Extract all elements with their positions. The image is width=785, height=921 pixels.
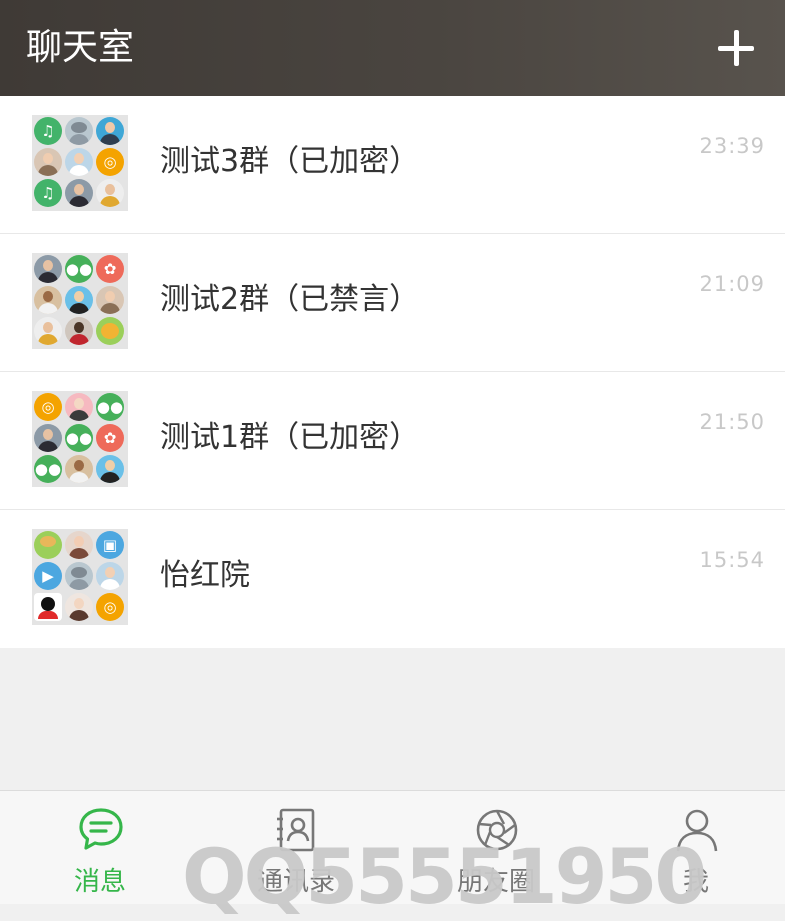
chat-time: 21:50 bbox=[699, 410, 765, 434]
page-title: 聊天室 bbox=[26, 27, 135, 68]
hippo-avatar bbox=[65, 562, 93, 590]
group-avatar: ●● ✿ bbox=[32, 253, 128, 349]
music-icon: ♫ bbox=[34, 117, 62, 145]
man-sunglasses-avatar bbox=[96, 455, 124, 483]
app-header: 聊天室 bbox=[0, 0, 785, 96]
film-icon: ✿ bbox=[96, 255, 124, 283]
group-avatar: ♫ ◎ ♫ bbox=[32, 115, 128, 211]
wechat-icon: ●● bbox=[65, 424, 93, 452]
chat-name: 怡红院 bbox=[160, 558, 250, 593]
woman-avatar-light bbox=[65, 593, 93, 621]
chat-item[interactable]: ●● ✿ 测试2群（已禁言） 21:09 bbox=[0, 234, 785, 372]
woman-avatar-dark bbox=[34, 255, 62, 283]
music-icon: ♫ bbox=[34, 179, 62, 207]
giraffe-avatar bbox=[34, 531, 62, 559]
chat-name: 测试3群（已加密） bbox=[160, 144, 420, 179]
wechat-icon: ●● bbox=[34, 455, 62, 483]
wechat-icon: ●● bbox=[65, 255, 93, 283]
woman-red-avatar bbox=[65, 317, 93, 345]
hippo-avatar bbox=[65, 117, 93, 145]
chat-time: 21:09 bbox=[699, 272, 765, 296]
qq-penguin-icon bbox=[34, 593, 62, 621]
video-icon: ▶ bbox=[34, 562, 62, 590]
tab-messages[interactable]: 消息 bbox=[2, 791, 198, 905]
woman-avatar bbox=[96, 117, 124, 145]
woman-avatar bbox=[34, 286, 62, 314]
chat-item[interactable]: ♫ ◎ ♫ 测试3群（已加密） 23:39 bbox=[0, 96, 785, 234]
target-icon: ◎ bbox=[96, 593, 124, 621]
hat-woman-avatar bbox=[34, 148, 62, 176]
woman-avatar-dark bbox=[65, 179, 93, 207]
chat-item[interactable]: ▣ ▶ ◎ 怡红院 15:54 bbox=[0, 510, 785, 648]
image-icon: ▣ bbox=[96, 531, 124, 559]
man-sunglasses-avatar bbox=[65, 286, 93, 314]
plus-icon[interactable] bbox=[712, 24, 760, 72]
chat-list: ♫ ◎ ♫ 测试3群（已加密） 23:39 ●● ✿ 测试2群（已禁言） 21:… bbox=[0, 96, 785, 648]
woman-pink-avatar bbox=[65, 393, 93, 421]
man-avatar bbox=[96, 562, 124, 590]
chat-name: 测试1群（已加密） bbox=[160, 420, 420, 455]
man-avatar bbox=[65, 148, 93, 176]
target-icon: ◎ bbox=[34, 393, 62, 421]
chat-bubble-icon bbox=[79, 808, 123, 850]
chat-item[interactable]: ◎ ●● ●● ✿ ●● 测试1群（已加密） 21:50 bbox=[0, 372, 785, 510]
group-avatar: ◎ ●● ●● ✿ ●● bbox=[32, 391, 128, 487]
lion-avatar bbox=[96, 317, 124, 345]
woman-avatar bbox=[65, 455, 93, 483]
woman-avatar-dark bbox=[34, 424, 62, 452]
group-avatar: ▣ ▶ ◎ bbox=[32, 529, 128, 625]
man-jacket-avatar bbox=[34, 317, 62, 345]
woman-avatar bbox=[65, 531, 93, 559]
tab-bar: 消息 通讯录 朋友圈 我 QQ55551950 bbox=[0, 790, 785, 915]
film-icon: ✿ bbox=[96, 424, 124, 452]
wechat-icon: ●● bbox=[96, 393, 124, 421]
chat-name: 测试2群（已禁言） bbox=[160, 282, 420, 317]
chat-time: 23:39 bbox=[699, 134, 765, 158]
hat-woman-avatar bbox=[96, 286, 124, 314]
man-jacket-avatar bbox=[96, 179, 124, 207]
target-icon: ◎ bbox=[96, 148, 124, 176]
tab-label: 消息 bbox=[73, 867, 126, 897]
chat-time: 15:54 bbox=[699, 548, 765, 572]
